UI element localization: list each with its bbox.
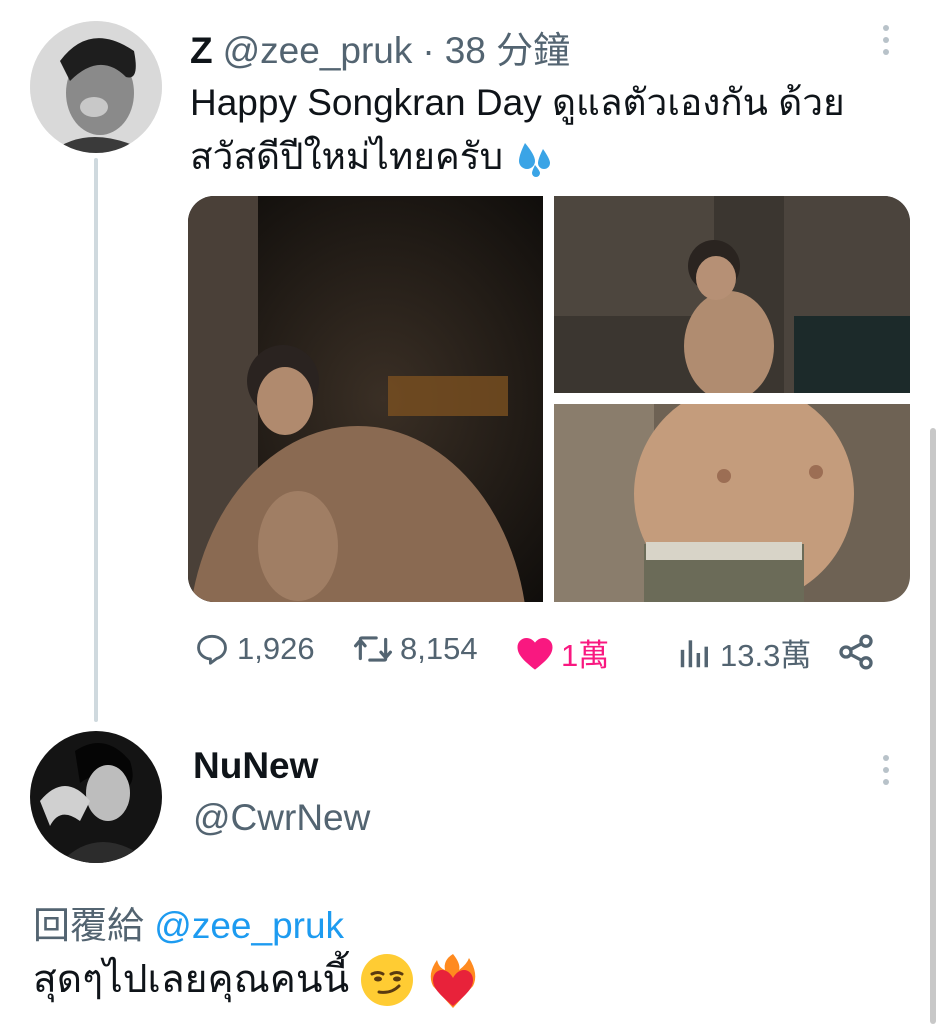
views-icon bbox=[680, 639, 708, 667]
reply-more-options-icon[interactable] bbox=[878, 755, 894, 785]
avatar-nunew-image bbox=[30, 731, 162, 863]
share-icon bbox=[839, 634, 873, 670]
share-action[interactable] bbox=[836, 632, 876, 672]
tweet-header: Z @zee_pruk · 38 分鐘 bbox=[190, 20, 570, 71]
reply-handle[interactable]: @CwrNew bbox=[193, 797, 370, 839]
heart-icon bbox=[517, 637, 553, 670]
reply-icon bbox=[197, 634, 227, 665]
reply-to-mention[interactable]: @zee_pruk bbox=[154, 905, 344, 946]
views-count: 13.3萬 bbox=[720, 638, 812, 673]
handle[interactable]: @zee_pruk bbox=[223, 30, 413, 72]
reply-text-body: สุดๆไปเลยคุณคนนี้ bbox=[33, 958, 350, 1001]
photo-3[interactable] bbox=[554, 404, 910, 602]
smirking-face-icon bbox=[361, 954, 414, 1006]
separator: · bbox=[422, 30, 435, 71]
timestamp[interactable]: 38 分鐘 bbox=[445, 20, 570, 74]
display-name[interactable]: Z bbox=[190, 30, 213, 72]
thread-line bbox=[94, 158, 98, 722]
photo-1[interactable] bbox=[188, 196, 543, 602]
photo-2[interactable] bbox=[554, 196, 910, 393]
retweet-action[interactable]: 8,154 bbox=[352, 630, 478, 668]
avatar-zee-image bbox=[30, 21, 162, 153]
sweat-droplets-icon bbox=[519, 143, 551, 178]
views-action[interactable]: 13.3萬 bbox=[676, 630, 811, 675]
heart-on-fire-icon bbox=[430, 954, 476, 1008]
reply-text: สุดๆไปเลยคุณคนนี้ bbox=[33, 950, 481, 1010]
scrollbar[interactable] bbox=[930, 428, 936, 1024]
media-grid bbox=[188, 196, 910, 602]
like-count: 1萬 bbox=[561, 638, 610, 673]
retweet-icon bbox=[354, 636, 392, 662]
reply-display-name[interactable]: NuNew bbox=[193, 745, 318, 787]
like-action[interactable]: 1萬 bbox=[515, 630, 609, 675]
reply-to-label: 回覆給 bbox=[33, 905, 144, 946]
reply-count: 1,926 bbox=[237, 631, 315, 666]
avatar-zee[interactable] bbox=[30, 21, 162, 153]
more-options-icon[interactable] bbox=[878, 25, 894, 55]
retweet-count: 8,154 bbox=[400, 631, 478, 666]
reply-action[interactable]: 1,926 bbox=[193, 630, 315, 668]
avatar-nunew[interactable] bbox=[30, 731, 162, 863]
reply-to: 回覆給 @zee_pruk bbox=[33, 895, 344, 949]
tweet-text: Happy Songkran Day ดูแลตัวเองกัน ด้วย สว… bbox=[190, 76, 850, 184]
